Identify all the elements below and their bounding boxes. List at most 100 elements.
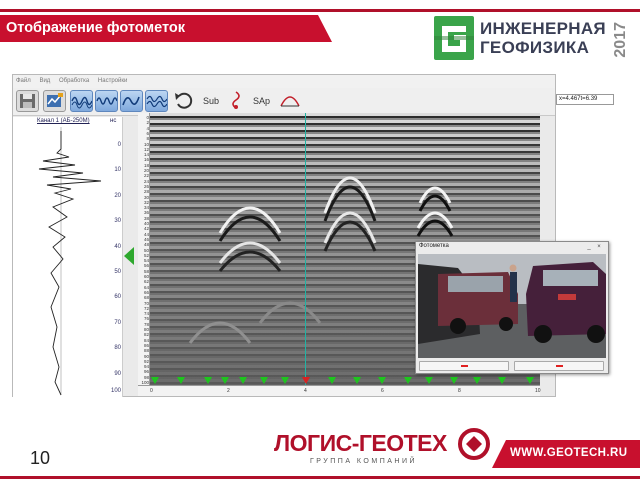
depth-tick: 74 xyxy=(143,311,149,317)
distance-tick: 10 xyxy=(535,388,541,394)
photo-marker[interactable] xyxy=(425,377,433,384)
open-button[interactable] xyxy=(43,90,66,112)
sub-button[interactable]: Sub xyxy=(203,96,219,106)
toolbar: Sub SAp xyxy=(13,88,555,116)
depth-tick: 16 xyxy=(143,157,149,163)
photo-window-title: Фотометка xyxy=(419,243,449,249)
photo-marker[interactable] xyxy=(353,377,361,384)
photo-marker[interactable] xyxy=(260,377,268,384)
minimize-icon[interactable]: _ xyxy=(586,244,592,250)
depth-tick: 68 xyxy=(143,295,149,301)
depth-tick: 14 xyxy=(143,152,149,158)
photo-marker[interactable] xyxy=(177,377,185,384)
trace-tick: 40 xyxy=(114,244,121,250)
photo-marker[interactable] xyxy=(281,377,289,384)
slide-title: Отображение фотометок xyxy=(6,20,186,36)
logo-g-mark-icon xyxy=(434,16,474,60)
depth-tick: 56 xyxy=(143,263,149,269)
photo-marker[interactable] xyxy=(221,377,229,384)
photo-marker[interactable] xyxy=(378,377,386,384)
depth-tick: 76 xyxy=(143,316,149,322)
trace-tick: 0 xyxy=(117,142,121,148)
depth-tick: 90 xyxy=(143,353,149,359)
depth-tick: 60 xyxy=(143,274,149,279)
trace-position-marker[interactable] xyxy=(124,247,134,265)
depth-tick: 10 xyxy=(143,141,149,147)
wave-filter-button-2[interactable] xyxy=(95,90,118,112)
trace-tick: 20 xyxy=(114,193,121,199)
depth-tick: 6 xyxy=(146,130,149,136)
trace-waveform xyxy=(38,127,102,396)
depth-tick: 92 xyxy=(143,358,149,364)
menu-item-file[interactable]: Файл xyxy=(16,78,31,84)
wave-icon xyxy=(71,96,93,109)
menu-item-processing[interactable]: Обработка xyxy=(59,78,89,84)
depth-tick: 0 xyxy=(146,115,149,120)
trace-tick: 70 xyxy=(114,320,121,326)
depth-tick: 72 xyxy=(143,305,149,311)
depth-tick: 48 xyxy=(143,242,149,248)
photo-marker[interactable] xyxy=(450,377,458,384)
gain-button[interactable] xyxy=(228,90,251,112)
hyperbola-icon xyxy=(280,96,300,107)
distance-tick: 0 xyxy=(150,388,153,394)
menu-bar: Файл Вид Обработка Настройки xyxy=(13,75,555,88)
depth-tick: 26 xyxy=(143,183,149,189)
depth-tick: 40 xyxy=(143,221,149,226)
website-link[interactable]: WWW.GEOTECH.RU xyxy=(510,447,627,459)
wave-filter-button-1[interactable] xyxy=(70,90,93,112)
distance-tick: 6 xyxy=(381,388,384,394)
top-rule xyxy=(0,9,640,12)
photo-marker[interactable] xyxy=(526,377,534,384)
close-icon[interactable]: × xyxy=(596,244,602,250)
undo-button[interactable] xyxy=(173,90,196,112)
depth-tick: 36 xyxy=(143,210,149,216)
photo-marker[interactable] xyxy=(151,377,159,384)
photo-marker[interactable] xyxy=(239,377,247,384)
depth-tick: 54 xyxy=(143,258,149,264)
depth-axis: 0 2 4 6 8 10 12 14 16 18 20 22 24 26 28 30 32 34 36 38 40 42 4… xyxy=(138,113,150,385)
sap-button[interactable]: SAp xyxy=(253,96,270,106)
wave-filter-button-3[interactable] xyxy=(120,90,143,112)
depth-tick: 96 xyxy=(143,369,149,375)
save-button[interactable] xyxy=(16,90,39,112)
depth-tick: 34 xyxy=(143,205,149,211)
depth-tick: 46 xyxy=(143,236,149,242)
trace-tick: 90 xyxy=(114,371,121,377)
depth-tick: 4 xyxy=(146,125,149,131)
footer-sub: ГРУППА КОМПАНИЙ xyxy=(310,458,418,465)
menu-item-settings[interactable]: Настройки xyxy=(98,78,127,84)
website-tab[interactable]: WWW.GEOTECH.RU xyxy=(492,440,640,468)
page-number: 10 xyxy=(30,448,51,468)
depth-tick: 80 xyxy=(143,327,149,332)
cursor-line[interactable] xyxy=(305,113,306,385)
depth-tick: 12 xyxy=(143,146,149,152)
menu-item-view[interactable]: Вид xyxy=(39,78,50,84)
hyperbola-button[interactable] xyxy=(279,90,302,112)
trace-tick: 50 xyxy=(114,269,121,275)
depth-tick: 20 xyxy=(143,168,149,173)
photo-marker[interactable] xyxy=(498,377,506,384)
logo-line2: ГЕОФИЗИКА xyxy=(480,38,590,57)
distance-tick: 2 xyxy=(227,388,230,394)
distance-tick: 4 xyxy=(304,388,307,394)
logo-year: 2017 xyxy=(612,22,629,58)
photo-marker[interactable] xyxy=(473,377,481,384)
engineering-geophysics-logo: ИНЖЕНЕРНАЯ ГЕОФИЗИКА 2017 xyxy=(432,14,632,62)
photo-marker[interactable] xyxy=(404,377,412,384)
depth-tick: 2 xyxy=(146,120,149,126)
photo-mark-window[interactable]: Фотометка _ × xyxy=(415,241,609,374)
photo-marker[interactable] xyxy=(328,377,336,384)
depth-tick: 22 xyxy=(143,173,149,179)
trace-tick: 10 xyxy=(114,167,121,173)
photo-marker[interactable] xyxy=(204,377,212,384)
bottom-rule xyxy=(0,476,640,479)
logo-line1: ИНЖЕНЕРНАЯ xyxy=(480,19,606,38)
depth-tick: 50 xyxy=(143,247,149,253)
wave-filter-button-4[interactable] xyxy=(145,90,168,112)
trace-tick: 30 xyxy=(114,218,121,224)
photo-prev-button[interactable] xyxy=(419,361,509,371)
photo-marker-selected[interactable] xyxy=(302,377,310,384)
photo-next-button[interactable] xyxy=(514,361,604,371)
floppy-icon xyxy=(20,94,35,108)
